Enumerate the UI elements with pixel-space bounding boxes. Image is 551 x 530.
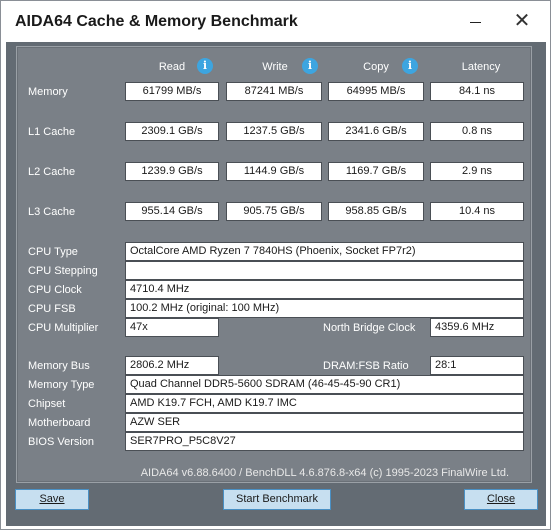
memory-type-label: Memory Type — [28, 379, 95, 391]
close-button[interactable]: Close — [464, 489, 538, 510]
motherboard-label: Motherboard — [28, 417, 91, 429]
column-header-copy: Copy — [363, 61, 389, 73]
bios-version-value: SER7PRO_P5C8V27 — [125, 432, 524, 451]
memory-latency-value: 84.1 ns — [430, 82, 524, 101]
column-header-read: Read — [158, 61, 186, 73]
l1-copy-value: 2341.6 GB/s — [328, 122, 424, 141]
info-icon[interactable]: i — [197, 58, 213, 74]
cpu-stepping-value — [125, 261, 524, 280]
column-header-latency: Latency — [461, 61, 501, 73]
cpu-type-label: CPU Type — [28, 246, 78, 258]
north-bridge-clock-value: 4359.6 MHz — [430, 318, 524, 337]
minimize-icon[interactable] — [464, 10, 488, 34]
chipset-value: AMD K19.7 FCH, AMD K19.7 IMC — [125, 394, 524, 413]
l2-copy-value: 1169.7 GB/s — [328, 162, 424, 181]
info-icon[interactable]: i — [302, 58, 318, 74]
motherboard-value: AZW SER — [125, 413, 524, 432]
close-button-label: Close — [486, 493, 516, 505]
save-button[interactable]: Save — [15, 489, 89, 510]
client-area: Read i Write i Copy i Latency Memory 617… — [6, 42, 546, 526]
row-label-memory: Memory — [28, 86, 68, 98]
dram-fsb-ratio-label: DRAM:FSB Ratio — [323, 360, 409, 372]
l2-latency-value: 2.9 ns — [430, 162, 524, 181]
start-benchmark-button-label: Start Benchmark — [236, 493, 318, 505]
l1-latency-value: 0.8 ns — [430, 122, 524, 141]
cpu-fsb-label: CPU FSB — [28, 303, 76, 315]
cpu-type-value: OctalCore AMD Ryzen 7 7840HS (Phoenix, S… — [125, 242, 524, 261]
l3-copy-value: 958.85 GB/s — [328, 202, 424, 221]
cpu-multiplier-value: 47x — [125, 318, 219, 337]
memory-write-value: 87241 MB/s — [226, 82, 322, 101]
l3-read-value: 955.14 GB/s — [125, 202, 219, 221]
row-label-l3-cache: L3 Cache — [28, 206, 76, 218]
l1-read-value: 2309.1 GB/s — [125, 122, 219, 141]
l3-write-value: 905.75 GB/s — [226, 202, 322, 221]
memory-copy-value: 64995 MB/s — [328, 82, 424, 101]
memory-read-value: 61799 MB/s — [125, 82, 219, 101]
l1-write-value: 1237.5 GB/s — [226, 122, 322, 141]
start-benchmark-button[interactable]: Start Benchmark — [223, 489, 331, 510]
title-bar[interactable]: AIDA64 Cache & Memory Benchmark ✕ — [2, 2, 549, 42]
l3-latency-value: 10.4 ns — [430, 202, 524, 221]
l2-write-value: 1144.9 GB/s — [226, 162, 322, 181]
chipset-label: Chipset — [28, 398, 66, 410]
cpu-stepping-label: CPU Stepping — [28, 265, 98, 277]
version-footer: AIDA64 v6.88.6400 / BenchDLL 4.6.876.8-x… — [140, 467, 509, 479]
l2-read-value: 1239.9 GB/s — [125, 162, 219, 181]
north-bridge-clock-label: North Bridge Clock — [323, 322, 416, 334]
memory-bus-label: Memory Bus — [28, 360, 90, 372]
results-panel: Read i Write i Copy i Latency Memory 617… — [16, 46, 532, 483]
info-icon[interactable]: i — [402, 58, 418, 74]
memory-bus-value: 2806.2 MHz — [125, 356, 219, 375]
save-button-label: Save — [39, 493, 65, 505]
close-icon[interactable]: ✕ — [510, 10, 534, 34]
memory-type-value: Quad Channel DDR5-5600 SDRAM (46-45-45-9… — [125, 375, 524, 394]
cpu-multiplier-label: CPU Multiplier — [28, 322, 99, 334]
benchmark-window: AIDA64 Cache & Memory Benchmark ✕ Read i… — [0, 0, 551, 530]
cpu-clock-value: 4710.4 MHz — [125, 280, 524, 299]
cpu-clock-label: CPU Clock — [28, 284, 82, 296]
dram-fsb-ratio-value: 28:1 — [430, 356, 524, 375]
row-label-l2-cache: L2 Cache — [28, 166, 76, 178]
row-label-l1-cache: L1 Cache — [28, 126, 76, 138]
column-header-write: Write — [262, 61, 288, 73]
bios-version-label: BIOS Version — [28, 436, 95, 448]
window-title: AIDA64 Cache & Memory Benchmark — [15, 13, 298, 30]
cpu-fsb-value: 100.2 MHz (original: 100 MHz) — [125, 299, 524, 318]
